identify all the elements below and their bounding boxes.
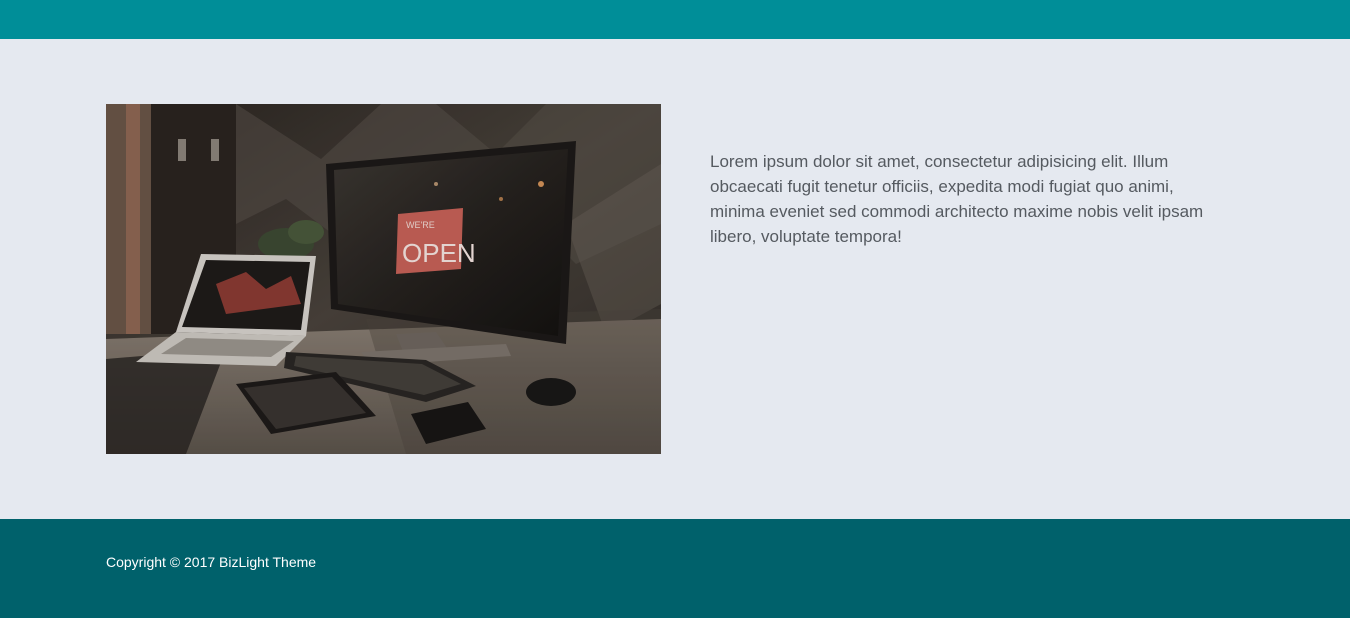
intro-paragraph: Lorem ipsum dolor sit amet, consectetur … bbox=[710, 152, 1204, 246]
workspace-photo: WE'RE OPEN bbox=[106, 104, 661, 454]
top-bar bbox=[0, 0, 1350, 39]
footer: Copyright © 2017 BizLight Theme bbox=[0, 519, 1350, 618]
content-section: WE'RE OPEN Lorem ipsum dolor sit amet, c… bbox=[0, 39, 1350, 519]
copyright-text: Copyright © 2017 BizLight Theme bbox=[106, 554, 317, 570]
